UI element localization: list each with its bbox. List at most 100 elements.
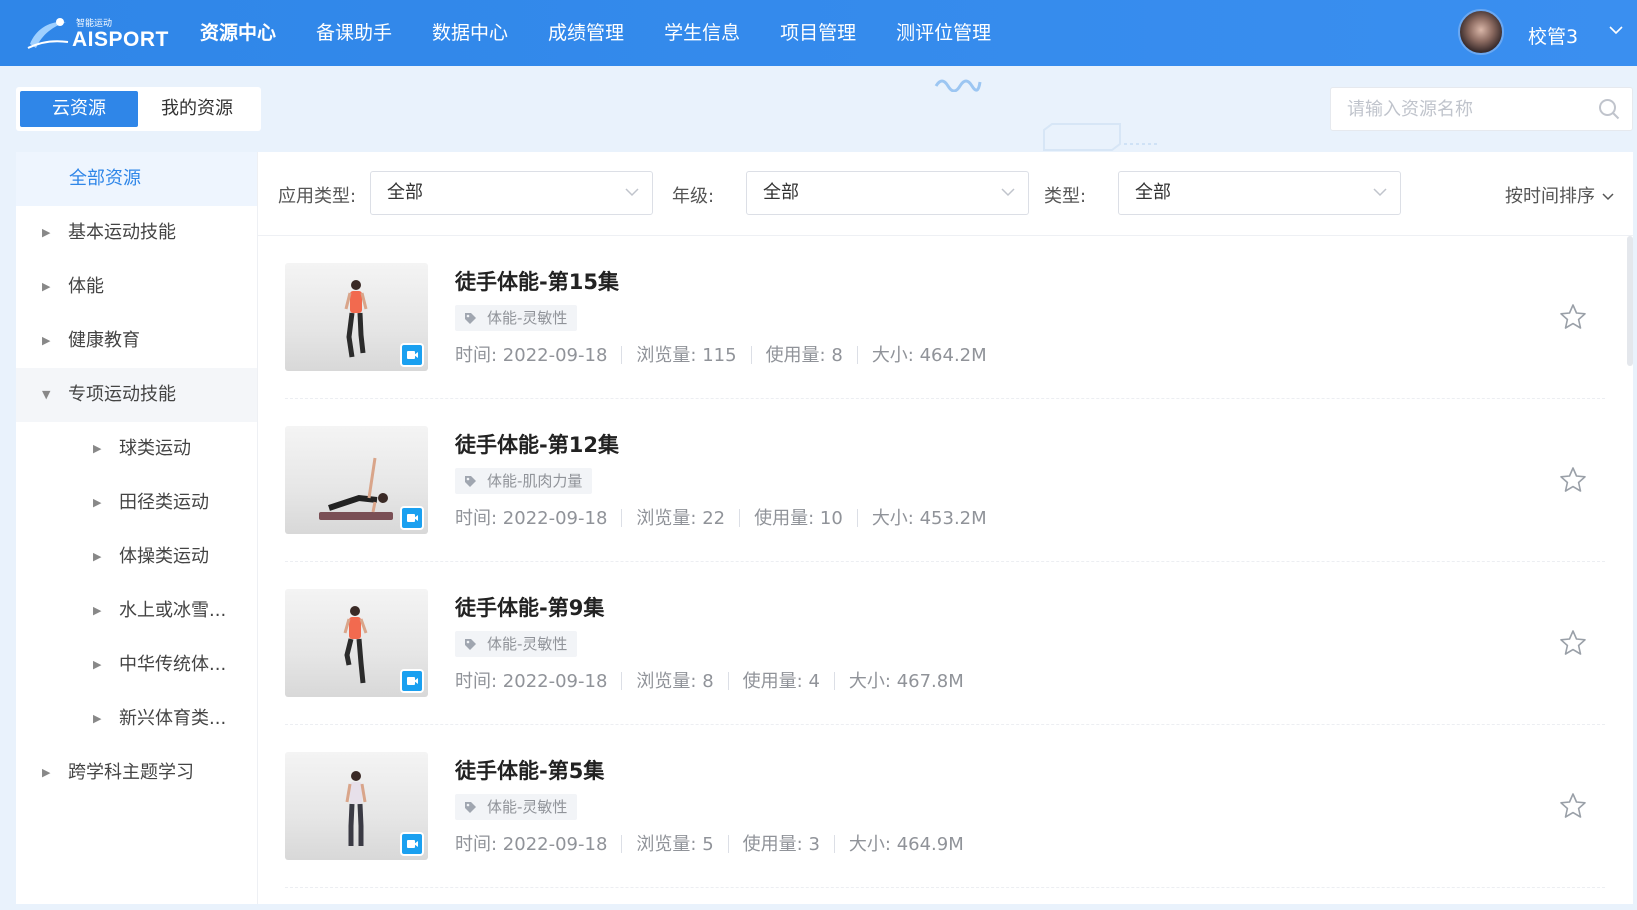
main-nav: 资源中心 备课助手 数据中心 成绩管理 学生信息 项目管理 测评位管理 [180, 0, 1011, 66]
sidebar-item-health-education[interactable]: ▶ 健康教育 [16, 314, 257, 368]
caret-right-icon: ▶ [93, 658, 102, 671]
star-icon[interactable] [1559, 466, 1587, 494]
sidebar-subitem-ball-sports[interactable]: ▶ 球类运动 [16, 422, 257, 476]
search-icon[interactable] [1598, 98, 1620, 120]
sidebar-subitem-emerging-sports[interactable]: ▶ 新兴体育类... [16, 692, 257, 746]
sort-dropdown[interactable]: 按时间排序 [1505, 182, 1615, 208]
resource-title[interactable]: 徒手体能-第5集 [455, 755, 604, 785]
grade-select[interactable]: 全部 [746, 171, 1029, 215]
sidebar-item-label: 体能 [68, 276, 104, 297]
box-decoration-icon [1043, 123, 1158, 151]
resource-time: 时间: 2022-09-18 [455, 671, 608, 692]
video-thumbnail[interactable] [285, 589, 428, 697]
resource-uses: 使用量: 4 [742, 671, 820, 692]
nav-item-data-center[interactable]: 数据中心 [412, 0, 528, 66]
logo-mark-icon [27, 18, 69, 49]
resource-time: 时间: 2022-09-18 [455, 834, 608, 855]
resource-card[interactable]: 徒手体能-第12集 体能-肌肉力量 时间: 2022-09-18 浏览量: 22 使… [285, 399, 1605, 562]
tag-icon [465, 476, 476, 487]
tab-cloud-resources[interactable]: 云资源 [20, 91, 138, 127]
nav-item-lesson-assistant[interactable]: 备课助手 [296, 0, 412, 66]
sidebar-subitem-chinese-traditional[interactable]: ▶ 中华传统体... [16, 638, 257, 692]
sidebar-subitem-track-field[interactable]: ▶ 田径类运动 [16, 476, 257, 530]
type-select[interactable]: 全部 [1118, 171, 1401, 215]
chevron-down-icon [1602, 193, 1614, 201]
username[interactable]: 校管3 [1528, 22, 1578, 49]
athlete-figure [319, 457, 393, 520]
sidebar-subitem-water-ice-snow[interactable]: ▶ 水上或冰雪... [16, 584, 257, 638]
star-icon[interactable] [1559, 303, 1587, 331]
logo[interactable]: 智能运动 AISPORT [26, 14, 169, 54]
resource-card[interactable]: 徒手体能-第9集 体能-灵敏性 时间: 2022-09-18 浏览量: 8 使用量:… [285, 562, 1605, 725]
caret-right-icon: ▶ [93, 550, 102, 563]
divider [739, 509, 741, 527]
nav-item-grades[interactable]: 成绩管理 [528, 0, 644, 66]
resource-meta: 时间: 2022-09-18 浏览量: 115 使用量: 8 大小: 464.2M [455, 341, 987, 367]
tab-my-resources[interactable]: 我的资源 [138, 91, 256, 127]
star-icon[interactable] [1559, 792, 1587, 820]
caret-right-icon: ▶ [42, 280, 51, 293]
star-icon[interactable] [1559, 629, 1587, 657]
sidebar-item-label: 基本运动技能 [68, 222, 176, 243]
nav-item-projects[interactable]: 项目管理 [760, 0, 876, 66]
divider [621, 509, 623, 527]
nav-item-resource-center[interactable]: 资源中心 [180, 0, 296, 66]
main-panel: 全部资源 ▶ 基本运动技能 ▶ 体能 ▶ 健康教育 ▼ 专项运动技能 ▶ 球类运… [16, 152, 1633, 904]
sidebar-item-special-skills[interactable]: ▼ 专项运动技能 [16, 368, 257, 422]
scrollbar[interactable] [1627, 236, 1633, 366]
video-thumbnail[interactable] [285, 752, 428, 860]
resource-title[interactable]: 徒手体能-第12集 [455, 429, 619, 459]
sidebar-item-all-resources[interactable]: 全部资源 [16, 152, 257, 206]
sidebar-item-fitness[interactable]: ▶ 体能 [16, 260, 257, 314]
sidebar-subitem-gymnastics[interactable]: ▶ 体操类运动 [16, 530, 257, 584]
divider [833, 672, 835, 690]
resource-meta: 时间: 2022-09-18 浏览量: 8 使用量: 4 大小: 467.8M [455, 667, 964, 693]
category-sidebar: 全部资源 ▶ 基本运动技能 ▶ 体能 ▶ 健康教育 ▼ 专项运动技能 ▶ 球类运… [16, 152, 258, 904]
divider [727, 835, 729, 853]
sidebar-item-label: 球类运动 [119, 438, 191, 459]
nav-item-assessment-stations[interactable]: 测评位管理 [876, 0, 1011, 66]
resource-card[interactable]: 徒手体能-第15集 体能-灵敏性 时间: 2022-09-18 浏览量: 115 使… [285, 236, 1605, 399]
resource-tag: 体能-灵敏性 [455, 794, 578, 820]
resource-title[interactable]: 徒手体能-第15集 [455, 266, 619, 296]
athlete-figure [343, 606, 368, 684]
resource-card[interactable]: 徒手体能-第5集 体能-灵敏性 时间: 2022-09-18 浏览量: 5 使用量:… [285, 725, 1605, 888]
grade-value: 全部 [763, 182, 799, 203]
caret-right-icon: ▶ [42, 766, 51, 779]
divider [750, 346, 752, 364]
resource-uses: 使用量: 10 [754, 508, 843, 529]
caret-right-icon: ▶ [93, 712, 102, 725]
sidebar-item-label: 健康教育 [68, 330, 140, 351]
video-thumbnail[interactable] [285, 426, 428, 534]
video-thumbnail[interactable] [285, 263, 428, 371]
resource-title[interactable]: 徒手体能-第9集 [455, 592, 604, 622]
caret-down-icon: ▼ [42, 388, 51, 401]
resource-tabs: 云资源 我的资源 [16, 87, 261, 131]
divider [856, 346, 858, 364]
resource-size: 大小: 467.8M [848, 671, 964, 692]
chevron-down-icon [625, 188, 639, 197]
logo-text: AISPORT [72, 28, 169, 51]
chevron-down-icon [1001, 188, 1015, 197]
sidebar-item-label: 专项运动技能 [68, 384, 176, 405]
avatar[interactable] [1458, 9, 1504, 55]
resource-meta: 时间: 2022-09-18 浏览量: 5 使用量: 3 大小: 464.9M [455, 830, 964, 856]
sidebar-item-interdisciplinary[interactable]: ▶ 跨学科主题学习 [16, 746, 257, 800]
grade-label: 年级: [672, 186, 715, 207]
wave-decoration-icon [934, 79, 982, 92]
resource-tag-label: 体能-灵敏性 [487, 798, 568, 816]
video-icon [400, 669, 424, 693]
athlete-figure [345, 771, 367, 846]
resource-tag-label: 体能-肌肉力量 [487, 472, 583, 490]
resource-tag: 体能-灵敏性 [455, 305, 578, 331]
filter-bar: 应用类型: 全部 年级: 全部 类型: 全部 按时间排序 [258, 152, 1633, 236]
nav-item-student-info[interactable]: 学生信息 [644, 0, 760, 66]
app-type-select[interactable]: 全部 [370, 171, 653, 215]
sidebar-item-label: 田径类运动 [119, 492, 209, 513]
chevron-down-icon[interactable] [1608, 22, 1624, 38]
search-box [1330, 87, 1633, 131]
search-input[interactable] [1347, 88, 1587, 130]
sidebar-item-label: 体操类运动 [119, 546, 209, 567]
resource-time: 时间: 2022-09-18 [455, 345, 608, 366]
sidebar-item-basic-skills[interactable]: ▶ 基本运动技能 [16, 206, 257, 260]
